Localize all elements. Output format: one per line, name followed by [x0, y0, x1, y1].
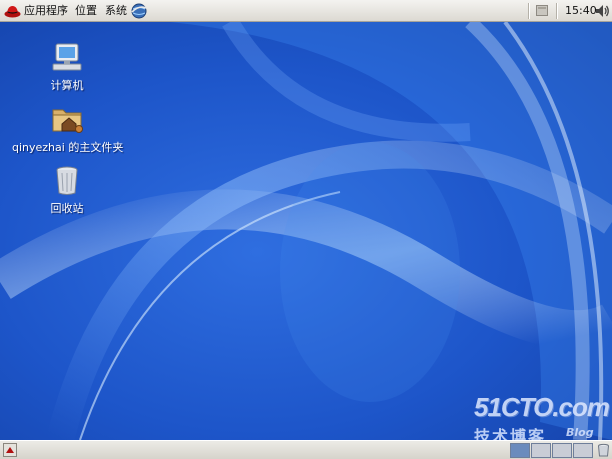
computer-icon [52, 43, 82, 71]
watermark-subtitle: 技术博客 [474, 427, 547, 440]
clock[interactable]: 15:40 [565, 0, 597, 22]
desktop[interactable]: 计算机 qinyezhai 的主文件夹 回收站 51CTO.com 技术博客 B… [0, 22, 612, 440]
menu-applications[interactable]: 应用程序 [24, 0, 68, 22]
bottom-panel [0, 440, 612, 459]
desktop-icon-trash[interactable]: 回收站 [12, 163, 122, 216]
workspace-switcher[interactable] [510, 443, 594, 458]
redhat-icon[interactable] [4, 3, 21, 19]
desktop-icon-home-folder[interactable]: qinyezhai 的主文件夹 [12, 102, 124, 155]
menu-places[interactable]: 位置 [75, 0, 97, 22]
notification-icon[interactable] [536, 5, 548, 16]
workspace-2[interactable] [531, 443, 551, 458]
desktop-icon-label: 计算机 [50, 79, 84, 92]
window-list[interactable] [20, 443, 508, 457]
top-panel: 应用程序 位置 系统 15:40 [0, 0, 612, 22]
watermark-logo: 51CTO.com [474, 392, 610, 422]
trash-icon [56, 166, 78, 195]
desktop-icon-computer[interactable]: 计算机 [12, 40, 122, 93]
panel-separator [556, 3, 557, 19]
panel-separator [528, 3, 529, 19]
show-desktop-icon[interactable] [3, 443, 17, 457]
workspace-4[interactable] [573, 443, 593, 458]
menu-system[interactable]: 系统 [105, 0, 127, 22]
browser-icon[interactable] [131, 3, 147, 19]
desktop-icon-label: qinyezhai 的主文件夹 [12, 141, 124, 154]
workspace-1[interactable] [510, 443, 530, 458]
workspace-3[interactable] [552, 443, 572, 458]
volume-icon[interactable] [594, 3, 610, 19]
watermark-blog: Blog [566, 426, 594, 439]
home-folder-icon [52, 109, 83, 133]
desktop-icon-label: 回收站 [50, 202, 84, 215]
panel-trash-icon[interactable] [597, 443, 610, 457]
